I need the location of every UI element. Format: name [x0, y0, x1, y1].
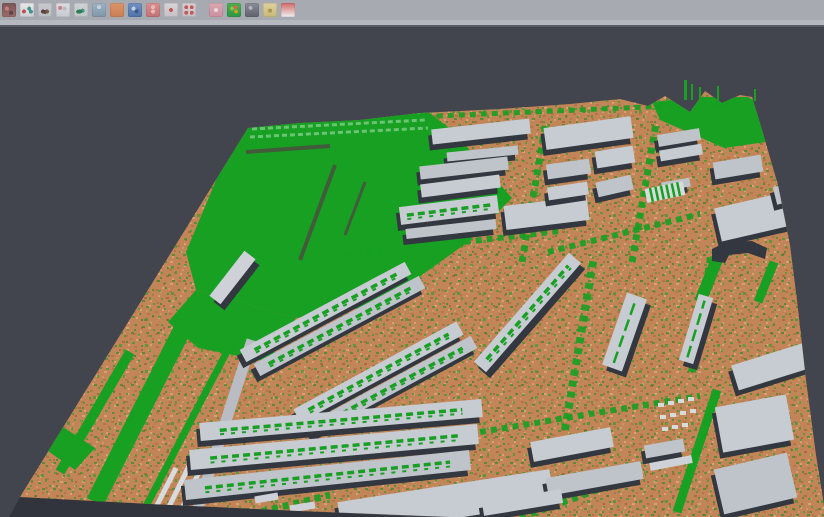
red-list-icon[interactable]	[146, 3, 160, 17]
application-window	[0, 0, 824, 517]
terrain-point-cloud-scene	[0, 27, 824, 517]
red-eraser-icon[interactable]	[281, 3, 295, 17]
pink-frame-icon[interactable]	[209, 3, 223, 17]
red-ring-icon[interactable]	[164, 3, 178, 17]
green-hill-icon[interactable]	[74, 3, 88, 17]
points-pair-icon[interactable]	[20, 3, 34, 17]
brown-hill-icon[interactable]	[38, 3, 52, 17]
toolbar	[0, 0, 824, 20]
selection-brackets-icon[interactable]	[182, 3, 196, 17]
orange-square-icon[interactable]	[110, 3, 124, 17]
blue-column-icon[interactable]	[92, 3, 106, 17]
dark-sphere-icon[interactable]	[245, 3, 259, 17]
red-block-icon[interactable]	[2, 3, 16, 17]
dotted-points-icon[interactable]	[56, 3, 70, 17]
viewport-3d[interactable]	[0, 27, 824, 517]
globe-icon[interactable]	[128, 3, 142, 17]
yellow-tag-icon[interactable]	[263, 3, 277, 17]
green-map-icon[interactable]	[227, 3, 241, 17]
